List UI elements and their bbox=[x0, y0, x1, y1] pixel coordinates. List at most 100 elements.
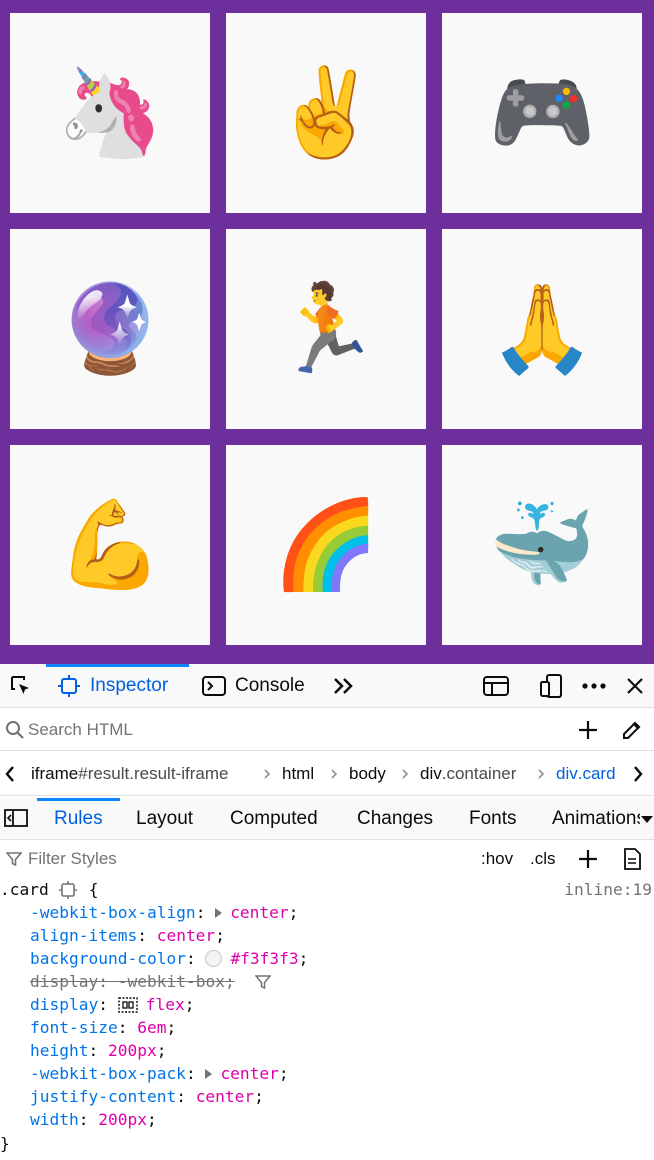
breadcrumb-tag: div bbox=[420, 764, 442, 783]
rules-filter-bar: :hov .cls bbox=[0, 842, 654, 876]
rule-close-brace: } bbox=[0, 1134, 10, 1153]
add-rule-button[interactable] bbox=[578, 849, 598, 869]
property-name: -webkit-box-align bbox=[30, 903, 196, 922]
property-value: #f3f3f3 bbox=[230, 949, 299, 968]
property-value: center bbox=[230, 903, 289, 922]
breadcrumb-tag: html bbox=[282, 764, 315, 783]
tab-inspector-label: Inspector bbox=[90, 675, 169, 696]
tab-computed[interactable]: Computed bbox=[230, 798, 318, 840]
close-devtools-button[interactable] bbox=[622, 664, 648, 708]
element-picker-button[interactable] bbox=[6, 664, 36, 708]
declaration[interactable]: width: 200px; bbox=[30, 1108, 157, 1131]
card: 🙏 bbox=[442, 229, 642, 429]
tab-fonts[interactable]: Fonts bbox=[469, 798, 517, 840]
tab-rules[interactable]: Rules bbox=[37, 798, 120, 840]
breadcrumb-item-iframe[interactable]: iframe #result.result-iframe bbox=[31, 752, 228, 796]
flexbox-highlighter-icon[interactable] bbox=[118, 996, 138, 1013]
declaration[interactable]: height: 200px; bbox=[30, 1039, 166, 1062]
toggle-pane-button[interactable] bbox=[4, 808, 28, 828]
declaration[interactable]: display: flex; bbox=[30, 993, 194, 1016]
tab-console[interactable]: Console bbox=[202, 664, 305, 708]
property-name: display bbox=[30, 972, 99, 991]
tab-inspector[interactable]: Inspector bbox=[46, 664, 189, 708]
breadcrumb-item-container[interactable]: div .container bbox=[420, 752, 516, 796]
property-name: width bbox=[30, 1110, 79, 1129]
victory-hand-emoji-icon: ✌️ bbox=[272, 63, 380, 163]
scroll-left-button[interactable] bbox=[4, 752, 16, 796]
breadcrumb-tag: iframe bbox=[31, 764, 79, 783]
rule-source-link[interactable]: inline:19 bbox=[564, 878, 652, 901]
declaration-overridden[interactable]: display: -webkit-box; bbox=[30, 970, 271, 993]
options-menu-button[interactable] bbox=[580, 664, 608, 708]
property-value: -webkit-box bbox=[117, 972, 225, 991]
chevron-right-icon bbox=[537, 752, 545, 796]
card: 🎮 bbox=[442, 13, 642, 213]
html-search-bar bbox=[0, 709, 654, 751]
filter-icon[interactable] bbox=[254, 974, 271, 990]
tab-changes[interactable]: Changes bbox=[357, 798, 433, 840]
property-value: center bbox=[220, 1064, 279, 1083]
tab-animations[interactable]: Animations bbox=[552, 798, 640, 840]
dock-layout-button[interactable] bbox=[482, 664, 510, 708]
print-simulation-button[interactable] bbox=[623, 848, 641, 870]
declaration[interactable]: align-items: center; bbox=[30, 924, 225, 947]
chevron-down-icon[interactable] bbox=[641, 816, 653, 824]
chevron-right-icon bbox=[330, 752, 338, 796]
filter-styles-input[interactable] bbox=[28, 846, 458, 872]
eyedropper-button[interactable] bbox=[620, 718, 644, 742]
folded-hands-emoji-icon: 🙏 bbox=[488, 279, 596, 379]
property-name: height bbox=[30, 1041, 89, 1060]
declaration[interactable]: -webkit-box-pack: center; bbox=[30, 1062, 289, 1085]
property-name: display bbox=[30, 995, 99, 1014]
tab-layout[interactable]: Layout bbox=[136, 798, 193, 840]
breadcrumb-tag: div bbox=[556, 764, 578, 783]
rule-selector[interactable]: .card bbox=[0, 880, 49, 899]
chevron-double-right-icon bbox=[332, 676, 354, 696]
property-value: 6em bbox=[137, 1018, 167, 1037]
card: 🐳 bbox=[442, 445, 642, 645]
property-value: flex bbox=[145, 995, 185, 1014]
card: 🌈 bbox=[226, 445, 426, 645]
more-tools-button[interactable] bbox=[330, 664, 356, 708]
unicorn-emoji-icon: 🦄 bbox=[56, 63, 164, 163]
hover-states-button[interactable]: :hov bbox=[481, 842, 513, 876]
property-name: justify-content bbox=[30, 1087, 177, 1106]
scroll-right-button[interactable] bbox=[632, 752, 644, 796]
declaration[interactable]: background-color: #f3f3f3; bbox=[30, 947, 308, 970]
declaration[interactable]: font-size: 6em; bbox=[30, 1016, 176, 1039]
property-name: font-size bbox=[30, 1018, 118, 1037]
card: 🏃 bbox=[226, 229, 426, 429]
property-name: background-color bbox=[30, 949, 186, 968]
expand-triangle-icon[interactable] bbox=[215, 907, 223, 918]
breadcrumb-item-html[interactable]: html bbox=[282, 752, 314, 796]
breadcrumb-item-body[interactable]: body bbox=[349, 752, 386, 796]
classes-button[interactable]: .cls bbox=[530, 842, 556, 876]
sidebar-tabs: Rules Layout Computed Changes Fonts Anim… bbox=[0, 798, 654, 840]
search-icon bbox=[5, 720, 25, 740]
search-html-input[interactable] bbox=[28, 717, 548, 743]
rainbow-emoji-icon: 🌈 bbox=[272, 495, 380, 595]
breadcrumb-item-card[interactable]: div .card bbox=[556, 752, 616, 796]
game-controller-emoji-icon: 🎮 bbox=[488, 63, 596, 163]
declaration[interactable]: justify-content: center; bbox=[30, 1085, 264, 1108]
breadcrumb-tag: body bbox=[349, 764, 386, 783]
responsive-design-button[interactable] bbox=[538, 664, 566, 708]
devtools-panel: Inspector Console Search HTML iframe #re… bbox=[0, 664, 654, 1160]
property-value: 200px bbox=[107, 1041, 157, 1060]
pick-element-icon bbox=[9, 674, 33, 698]
chevron-right-icon bbox=[401, 752, 409, 796]
chevron-right-icon bbox=[263, 752, 271, 796]
node-highlighter-icon[interactable] bbox=[58, 880, 77, 899]
property-value: center bbox=[156, 926, 216, 945]
devtools-toolbar: Inspector Console bbox=[0, 664, 654, 708]
flexed-biceps-emoji-icon: 💪 bbox=[56, 495, 164, 595]
running-person-emoji-icon: 🏃 bbox=[272, 279, 380, 379]
breadcrumb: iframe #result.result-iframe html body di… bbox=[0, 752, 654, 796]
card: 🔮 bbox=[10, 229, 210, 429]
add-node-button[interactable] bbox=[577, 719, 599, 741]
declaration[interactable]: -webkit-box-align: center; bbox=[30, 901, 298, 924]
color-swatch[interactable] bbox=[205, 950, 223, 967]
breadcrumb-attrs: #result.result-iframe bbox=[78, 764, 229, 783]
filter-icon bbox=[6, 851, 22, 867]
expand-triangle-icon[interactable] bbox=[205, 1068, 213, 1079]
